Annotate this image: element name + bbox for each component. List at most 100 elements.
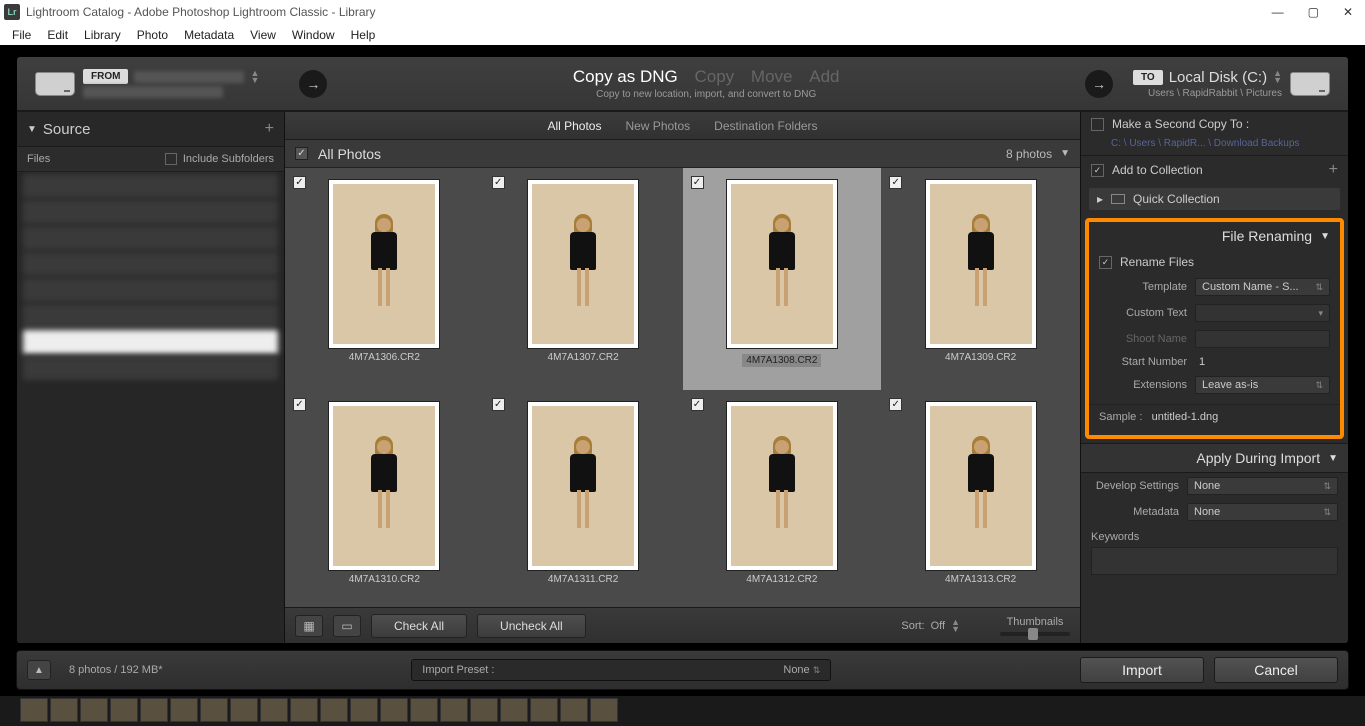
action-add[interactable]: Add <box>809 67 839 86</box>
file-renaming-collapse-icon[interactable]: ▼ <box>1320 231 1330 242</box>
filmstrip-thumb[interactable] <box>470 698 498 722</box>
tab-new-photos[interactable]: New Photos <box>625 119 690 133</box>
filmstrip-thumb[interactable] <box>590 698 618 722</box>
menu-photo[interactable]: Photo <box>129 28 176 42</box>
filmstrip-thumb[interactable] <box>320 698 348 722</box>
photo-checkbox[interactable]: ✓ <box>293 176 306 189</box>
photo-checkbox[interactable]: ✓ <box>889 398 902 411</box>
extensions-dropdown[interactable]: Leave as-is⇅ <box>1195 376 1330 394</box>
photo-thumbnail[interactable] <box>926 180 1036 348</box>
filmstrip-thumb[interactable] <box>380 698 408 722</box>
sort-value[interactable]: Off <box>931 620 945 632</box>
photo-checkbox[interactable]: ✓ <box>492 398 505 411</box>
filmstrip-thumb[interactable] <box>170 698 198 722</box>
source-panel-header[interactable]: ▼ Source + <box>17 112 284 147</box>
destination-dropdown-icon[interactable]: ▲▼ <box>1273 70 1282 84</box>
expand-up-icon[interactable]: ▲ <box>27 660 51 680</box>
thumbnail-size-slider[interactable] <box>1000 632 1070 636</box>
grid-collapse-icon[interactable]: ▼ <box>1060 148 1070 159</box>
filmstrip-thumb[interactable] <box>230 698 258 722</box>
import-button[interactable]: Import <box>1080 657 1204 683</box>
photo-thumbnail[interactable] <box>926 402 1036 570</box>
select-all-checkbox[interactable]: ✓ <box>295 147 308 160</box>
photo-cell[interactable]: ✓ 4M7A1307.CR2 <box>484 168 683 390</box>
tab-all-photos[interactable]: All Photos <box>547 119 601 133</box>
photo-thumbnail[interactable] <box>528 180 638 348</box>
menu-metadata[interactable]: Metadata <box>176 28 242 42</box>
start-number-value[interactable]: 1 <box>1195 356 1330 368</box>
action-copy[interactable]: Copy <box>695 67 735 86</box>
photo-cell[interactable]: ✓ 4M7A1310.CR2 <box>285 390 484 608</box>
add-source-icon[interactable]: + <box>265 120 274 138</box>
filmstrip-thumb[interactable] <box>50 698 78 722</box>
filmstrip-thumb[interactable] <box>20 698 48 722</box>
menu-view[interactable]: View <box>242 28 284 42</box>
menu-file[interactable]: File <box>4 28 39 42</box>
destination-drive[interactable]: Local Disk (C:) <box>1169 69 1267 86</box>
uncheck-all-button[interactable]: Uncheck All <box>477 614 586 638</box>
folder-item[interactable] <box>23 304 278 328</box>
photo-thumbnail[interactable] <box>528 402 638 570</box>
filmstrip-thumb[interactable] <box>530 698 558 722</box>
photo-checkbox[interactable]: ✓ <box>889 176 902 189</box>
filmstrip-thumb[interactable] <box>260 698 288 722</box>
sort-dropdown-icon[interactable]: ▲▼ <box>951 619 960 633</box>
rename-files-checkbox[interactable] <box>1099 256 1112 269</box>
tab-destination-folders[interactable]: Destination Folders <box>714 119 817 133</box>
folder-item[interactable] <box>23 356 278 380</box>
collapse-icon[interactable]: ▼ <box>27 124 37 135</box>
menu-edit[interactable]: Edit <box>39 28 76 42</box>
quick-collection-row[interactable]: ▸ Quick Collection <box>1089 188 1340 210</box>
loupe-view-icon[interactable]: ▭ <box>333 615 361 637</box>
filmstrip-thumb[interactable] <box>200 698 228 722</box>
folder-item[interactable] <box>23 278 278 302</box>
include-subfolders-checkbox[interactable] <box>165 153 177 165</box>
add-collection-plus-icon[interactable]: + <box>1329 161 1338 179</box>
folder-item[interactable] <box>23 174 278 198</box>
photo-thumbnail[interactable] <box>329 402 439 570</box>
from-source-name[interactable] <box>134 71 244 83</box>
develop-settings-dropdown[interactable]: None⇅ <box>1187 477 1338 495</box>
keywords-input[interactable] <box>1091 547 1338 575</box>
metadata-dropdown[interactable]: None⇅ <box>1187 503 1338 521</box>
photo-checkbox[interactable]: ✓ <box>293 398 306 411</box>
window-maximize-icon[interactable]: ▢ <box>1308 5 1319 19</box>
photo-thumbnail[interactable] <box>329 180 439 348</box>
folder-item[interactable] <box>23 200 278 224</box>
folder-item[interactable] <box>23 226 278 250</box>
filmstrip-thumb[interactable] <box>140 698 168 722</box>
photo-cell[interactable]: ✓ 4M7A1313.CR2 <box>881 390 1080 608</box>
add-collection-checkbox[interactable] <box>1091 164 1104 177</box>
filmstrip-thumb[interactable] <box>500 698 528 722</box>
action-copy-as-dng[interactable]: Copy as DNG <box>573 67 678 86</box>
filmstrip-thumb[interactable] <box>110 698 138 722</box>
menu-help[interactable]: Help <box>343 28 384 42</box>
filmstrip-thumb[interactable] <box>410 698 438 722</box>
apply-during-collapse-icon[interactable]: ▼ <box>1328 453 1338 464</box>
photo-cell[interactable]: ✓ 4M7A1311.CR2 <box>484 390 683 608</box>
photo-checkbox[interactable]: ✓ <box>691 176 704 189</box>
filmstrip-thumb[interactable] <box>290 698 318 722</box>
grid-view-icon[interactable]: ▦ <box>295 615 323 637</box>
photo-cell[interactable]: ✓ 4M7A1308.CR2 <box>683 168 882 390</box>
menu-window[interactable]: Window <box>284 28 343 42</box>
filmstrip-thumb[interactable] <box>80 698 108 722</box>
import-preset-dropdown[interactable]: Import Preset : None ⇅ <box>411 659 831 681</box>
filmstrip-thumb[interactable] <box>440 698 468 722</box>
from-source-dropdown-icon[interactable]: ▲▼ <box>250 70 259 84</box>
window-minimize-icon[interactable]: — <box>1272 5 1284 19</box>
filmstrip-thumb[interactable] <box>560 698 588 722</box>
second-copy-path[interactable]: C: \ Users \ RapidR... \ Download Backup… <box>1081 136 1348 155</box>
second-copy-checkbox[interactable] <box>1091 118 1104 131</box>
menu-library[interactable]: Library <box>76 28 129 42</box>
photo-checkbox[interactable]: ✓ <box>691 398 704 411</box>
action-move[interactable]: Move <box>751 67 793 86</box>
photo-cell[interactable]: ✓ 4M7A1309.CR2 <box>881 168 1080 390</box>
to-arrow-icon[interactable]: → <box>1085 70 1113 98</box>
folder-item[interactable] <box>23 252 278 276</box>
template-dropdown[interactable]: Custom Name - S...⇅ <box>1195 278 1330 296</box>
from-arrow-icon[interactable]: → <box>299 70 327 98</box>
photo-checkbox[interactable]: ✓ <box>492 176 505 189</box>
photo-cell[interactable]: ✓ 4M7A1312.CR2 <box>683 390 882 608</box>
folder-item-selected[interactable] <box>23 330 278 354</box>
